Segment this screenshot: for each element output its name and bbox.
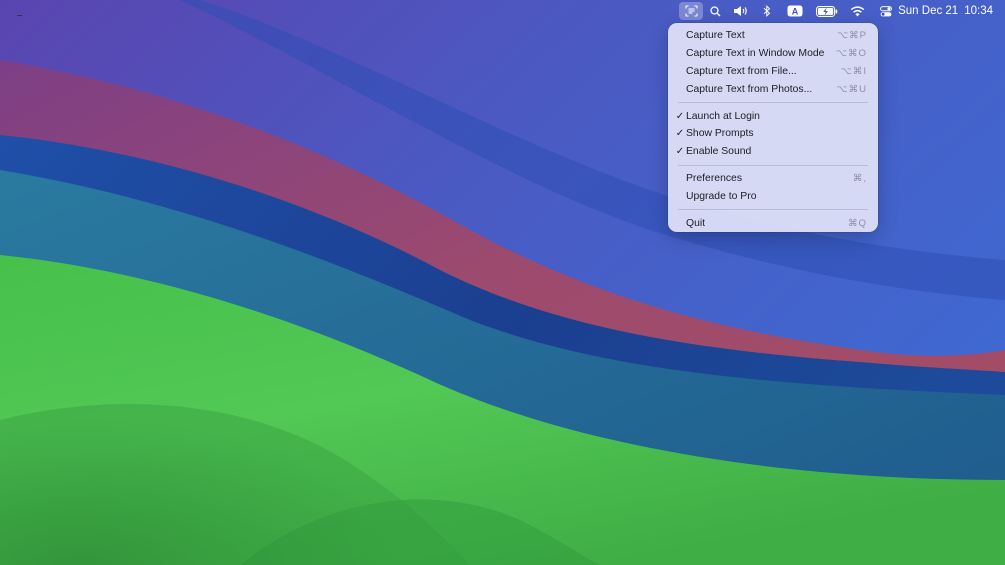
clock-date: Sun Dec 21 bbox=[898, 5, 959, 17]
menu-item-label: Quit bbox=[686, 217, 706, 229]
control-center-icon[interactable] bbox=[878, 2, 894, 20]
menu-item-label: Show Prompts bbox=[686, 128, 754, 140]
menu-item-launch-at-login[interactable]: ✓ Launch at Login bbox=[673, 107, 873, 125]
menu-item-shortcut: ⌥⌘P bbox=[836, 30, 867, 42]
text-capture-menu: Capture Text ⌥⌘P Capture Text in Window … bbox=[668, 23, 878, 232]
menu-item-capture-text[interactable]: Capture Text ⌥⌘P bbox=[673, 27, 873, 45]
menu-item-shortcut: ⌥⌘U bbox=[836, 83, 867, 95]
menu-item-shortcut: ⌥⌘O bbox=[835, 48, 867, 60]
checkmark-icon: ✓ bbox=[675, 146, 685, 158]
menu-separator bbox=[678, 164, 868, 166]
menu-item-capture-text-from-photos[interactable]: Capture Text from Photos... ⌥⌘U bbox=[673, 80, 873, 98]
menu-item-show-prompts[interactable]: ✓ Show Prompts bbox=[673, 125, 873, 143]
checkmark-icon: ✓ bbox=[675, 110, 685, 122]
menu-separator bbox=[678, 102, 868, 104]
menu-item-enable-sound[interactable]: ✓ Enable Sound bbox=[673, 143, 873, 161]
desktop: A Sun Dec 21 10:34 Capture Text ⌥⌘P Capt… bbox=[0, 0, 1005, 565]
menu-item-capture-text-window-mode[interactable]: Capture Text in Window Mode ⌥⌘O bbox=[673, 45, 873, 63]
menu-item-label: Launch at Login bbox=[686, 110, 760, 122]
menu-item-upgrade-to-pro[interactable]: Upgrade to Pro bbox=[673, 187, 873, 205]
clock-time: 10:34 bbox=[964, 5, 993, 17]
menu-item-label: Enable Sound bbox=[686, 146, 752, 158]
menu-item-label: Upgrade to Pro bbox=[686, 190, 757, 202]
menu-separator bbox=[678, 209, 868, 211]
menu-item-quit[interactable]: Quit ⌘Q bbox=[673, 214, 873, 232]
text-capture-icon[interactable] bbox=[679, 2, 703, 20]
menu-item-capture-text-from-file[interactable]: Capture Text from File... ⌥⌘I bbox=[673, 63, 873, 81]
battery-charging-icon[interactable] bbox=[815, 2, 839, 20]
menu-item-label: Capture Text from File... bbox=[686, 65, 797, 77]
volume-icon[interactable] bbox=[731, 2, 751, 20]
input-source-icon[interactable]: A bbox=[786, 2, 804, 20]
menu-item-preferences[interactable]: Preferences ⌘, bbox=[673, 170, 873, 188]
menu-item-label: Preferences bbox=[686, 172, 743, 184]
menu-item-shortcut: ⌘, bbox=[852, 172, 867, 184]
checkmark-icon: ✓ bbox=[675, 128, 685, 140]
bluetooth-icon[interactable] bbox=[760, 2, 774, 20]
menu-item-label: Capture Text from Photos... bbox=[686, 83, 813, 95]
menu-bar-clock[interactable]: Sun Dec 21 10:34 bbox=[898, 4, 993, 18]
menu-item-shortcut: ⌘Q bbox=[847, 217, 867, 229]
spotlight-search-icon[interactable] bbox=[707, 2, 723, 20]
menu-item-label: Capture Text bbox=[686, 30, 745, 42]
menu-item-shortcut: ⌥⌘I bbox=[840, 65, 867, 77]
menu-bar: A Sun Dec 21 10:34 bbox=[0, 0, 1005, 22]
svg-text:A: A bbox=[792, 6, 799, 16]
menu-item-label: Capture Text in Window Mode bbox=[686, 48, 825, 60]
wifi-icon[interactable] bbox=[848, 2, 866, 20]
